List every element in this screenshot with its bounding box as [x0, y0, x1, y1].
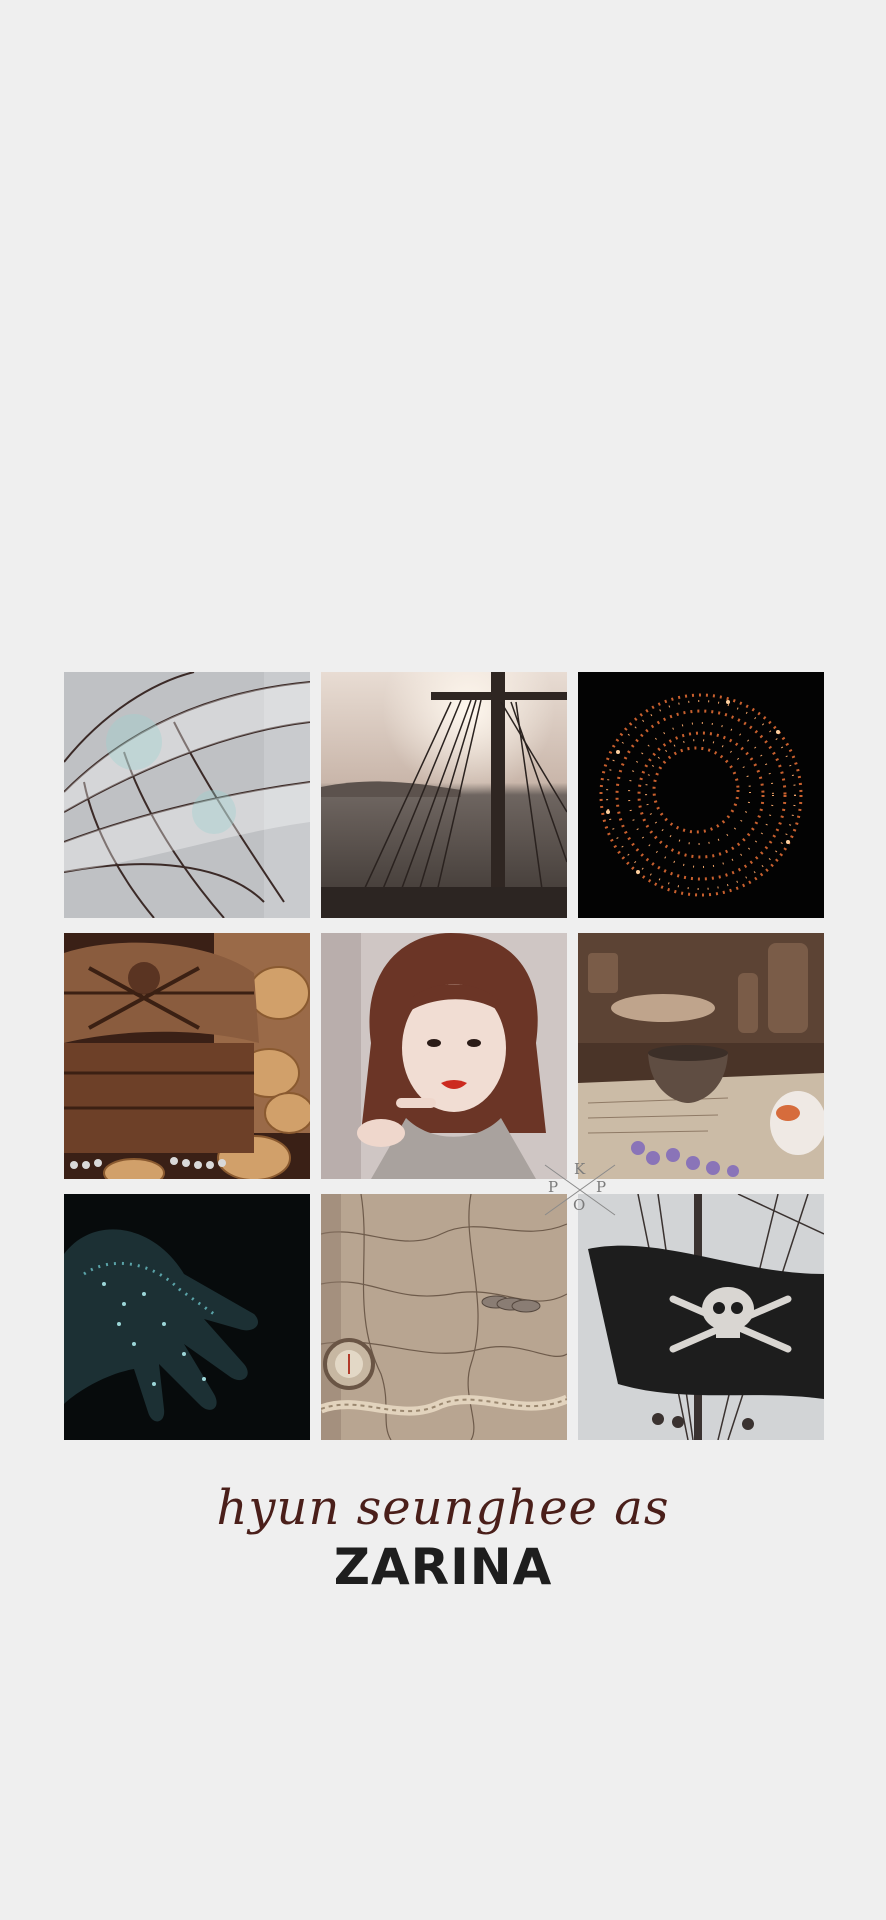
ship-rigging-image: [321, 672, 567, 918]
apothecary-image: [578, 933, 824, 1179]
treasure-chest-image: [64, 933, 310, 1179]
watermark-letter-k: K: [574, 1160, 586, 1178]
kpop-watermark-logo: K P P O: [540, 1160, 620, 1220]
moodboard-grid: [64, 672, 824, 1440]
pirate-flag-image: [578, 1194, 824, 1440]
fairy-wings-image: [64, 672, 310, 918]
glittering-hand-image: [64, 1194, 310, 1440]
spiral-sparks-image: [578, 672, 824, 918]
watermark-letter-p-left: P: [548, 1178, 559, 1196]
watermark-letter-p-right: P: [596, 1178, 607, 1196]
caption-character-name: ZARINA: [333, 1538, 553, 1596]
portrait-image: [321, 933, 567, 1179]
map-compass-image: [321, 1194, 567, 1440]
caption-actor-line: hyun seunghee as: [216, 1480, 670, 1536]
watermark-letter-o: O: [573, 1196, 586, 1214]
